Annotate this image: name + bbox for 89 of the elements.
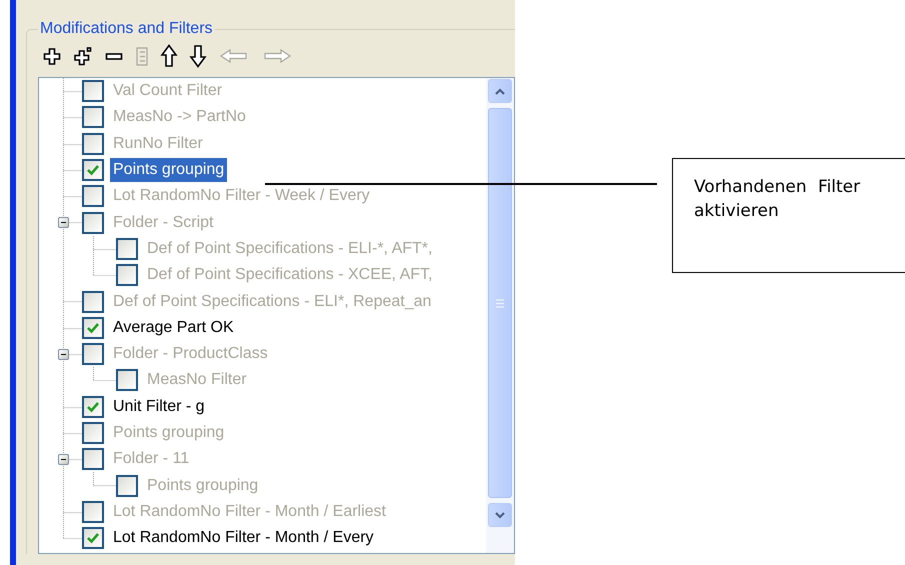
- tree-line: [63, 183, 82, 210]
- item-label: MeasNo Filter: [146, 370, 248, 390]
- down-arrow-icon: [190, 44, 206, 68]
- tree-item[interactable]: Lot RandomNo Filter - Month / Earliest: [52, 498, 486, 526]
- expander-button[interactable]: [58, 348, 69, 360]
- item-label: RunNo Filter: [112, 134, 204, 154]
- checkbox[interactable]: [82, 290, 104, 313]
- checkbox[interactable]: [82, 343, 104, 366]
- tree-item[interactable]: RunNo Filter: [52, 130, 486, 157]
- up-arrow-icon: [161, 44, 177, 68]
- tree-item[interactable]: Average Part OK: [52, 314, 486, 341]
- scroll-up-button[interactable]: [488, 79, 512, 103]
- group-title: Modifications and Filters: [39, 19, 214, 39]
- tree-line: [63, 104, 82, 131]
- checkbox[interactable]: [82, 185, 104, 208]
- item-label: Folder - 11: [112, 449, 190, 470]
- checkbox[interactable]: [82, 527, 104, 550]
- tree-item[interactable]: Def of Point Specifications - XCEE, AFT,: [52, 262, 486, 288]
- callout-text: Vorhandenen Filter aktivieren: [694, 176, 862, 223]
- checkbox[interactable]: [82, 448, 104, 470]
- expander-button[interactable]: [58, 454, 69, 466]
- checkmark-icon: [86, 322, 100, 334]
- item-label: Folder - Script: [112, 212, 214, 233]
- tree-line: [93, 472, 116, 487]
- tree-line: [93, 367, 116, 382]
- tree-item[interactable]: Folder - 11: [52, 446, 486, 472]
- checkmark-icon: [86, 164, 100, 176]
- item-label: Lot RandomNo Filter - Week / Every: [112, 186, 371, 206]
- checkbox[interactable]: [82, 422, 104, 444]
- tree-item[interactable]: Points grouping: [52, 420, 486, 446]
- item-label: Lot RandomNo Filter - Month / Every: [112, 528, 375, 548]
- tree-line: [63, 314, 82, 341]
- expander-button[interactable]: [58, 217, 69, 228]
- document-icon: [136, 46, 148, 66]
- left-arrow-icon: [219, 49, 249, 63]
- plus-icon: [43, 48, 61, 64]
- tree-item[interactable]: Folder - ProductClass: [52, 340, 486, 368]
- tree-line: [63, 130, 82, 157]
- item-label: Points grouping: [112, 423, 226, 443]
- chevron-down-icon: [495, 512, 505, 518]
- tree-item[interactable]: Points grouping: [52, 156, 486, 184]
- checkbox[interactable]: [82, 106, 104, 128]
- checkbox[interactable]: [116, 369, 138, 392]
- item-label: Unit Filter - g: [112, 396, 206, 417]
- item-label: Val Count Filter: [112, 81, 224, 102]
- plus-icon: [74, 46, 92, 66]
- tree-line: [63, 156, 82, 184]
- tree-item[interactable]: Lot RandomNo Filter - Month / Every: [52, 525, 486, 552]
- item-label: Points grouping: [146, 476, 260, 496]
- checkbox[interactable]: [82, 132, 104, 155]
- right-arrow-icon: [262, 49, 292, 63]
- checkmark-icon: [86, 400, 100, 413]
- checkbox[interactable]: [82, 159, 104, 182]
- checkbox[interactable]: [82, 212, 104, 234]
- checkmark-icon: [86, 532, 100, 544]
- minus-icon: [105, 52, 123, 60]
- grip-icon: [495, 298, 505, 308]
- item-label: Def of Point Specifications - XCEE, AFT,: [146, 265, 434, 286]
- tree-item[interactable]: Def of Point Specifications - ELI-*, AFT*,: [52, 236, 486, 262]
- scroll-down-button[interactable]: [488, 503, 512, 527]
- checkbox[interactable]: [116, 238, 138, 260]
- item-label: Points grouping: [110, 158, 228, 182]
- item-label: MeasNo -> PartNo: [112, 107, 247, 128]
- checkbox[interactable]: [82, 80, 104, 102]
- toolbar-button[interactable]: [161, 43, 177, 69]
- checkbox[interactable]: [116, 264, 138, 286]
- toolbar-button[interactable]: [190, 43, 206, 69]
- item-label: Def of Point Specifications - ELI*, Repeat_an: [112, 292, 432, 312]
- chevron-up-icon: [495, 88, 505, 94]
- tree-item[interactable]: MeasNo Filter: [52, 367, 486, 394]
- tree-item[interactable]: MeasNo -> PartNo: [52, 104, 486, 131]
- scroll-thumb[interactable]: [488, 108, 512, 498]
- tree-item[interactable]: Folder - Script: [52, 209, 486, 236]
- tree-item[interactable]: Def of Point Specifications - ELI*, Repeat_an: [52, 288, 486, 315]
- tree-item[interactable]: Lot RandomNo Filter - Week / Every: [52, 183, 486, 210]
- tree-item[interactable]: Points grouping: [52, 472, 486, 499]
- tree-item[interactable]: Val Count Filter: [52, 78, 486, 104]
- checkbox[interactable]: [82, 396, 104, 418]
- tree-line: [63, 420, 82, 446]
- scrollbar[interactable]: [486, 78, 514, 553]
- checkbox[interactable]: [116, 474, 138, 497]
- item-label: Lot RandomNo Filter - Month / Earliest: [112, 502, 387, 522]
- item-label: Def of Point Specifications - ELI-*, AFT*,: [146, 238, 434, 259]
- checkbox[interactable]: [82, 500, 104, 523]
- item-label: Folder - ProductClass: [112, 344, 269, 364]
- tree-line: [63, 78, 82, 104]
- tree-item[interactable]: Unit Filter - g: [52, 394, 486, 420]
- item-label: Average Part OK: [112, 318, 235, 338]
- checkbox[interactable]: [82, 316, 104, 339]
